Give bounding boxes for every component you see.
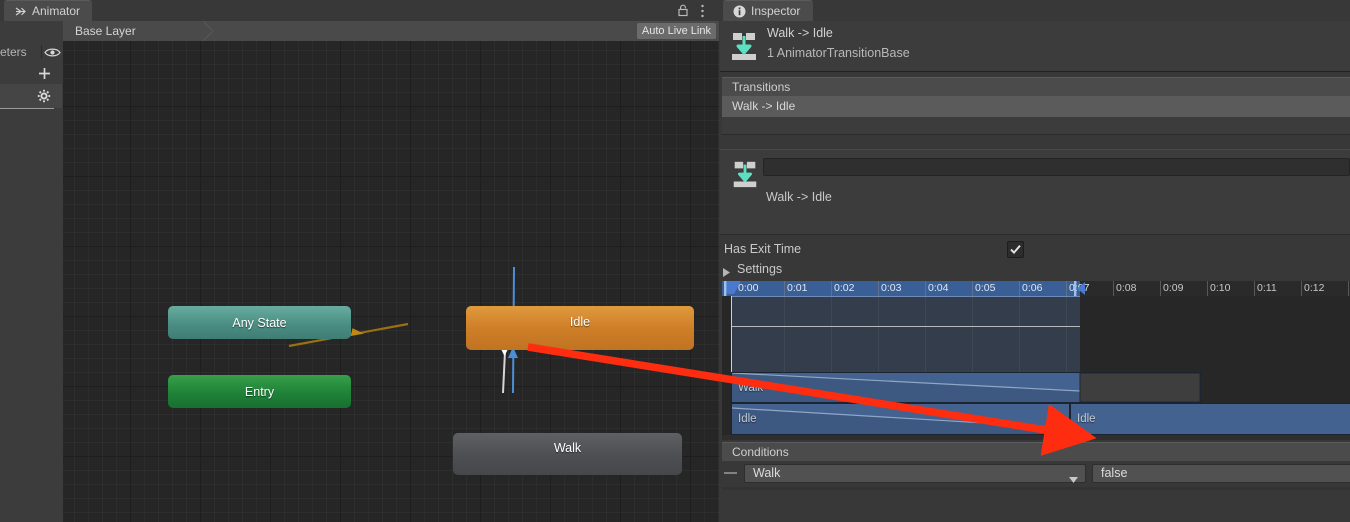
breadcrumb[interactable]: Base Layer: [69, 21, 136, 41]
transition-list-item[interactable]: Walk -> Idle: [722, 96, 1350, 117]
conditions-section-footer: [722, 487, 1350, 490]
graph-node-label: Any State: [232, 315, 287, 330]
chevron-right-icon: [723, 266, 731, 280]
info-icon: [733, 5, 746, 18]
inspector-body: Walk -> Idle 1 AnimatorTransitionBase Tr…: [720, 21, 1350, 522]
timeline-clip-label: Idle: [1077, 413, 1096, 425]
graph-node-entry[interactable]: Entry: [168, 375, 351, 408]
graph-node-idle[interactable]: Idle: [466, 306, 694, 350]
graph-node-any-state[interactable]: Any State: [168, 306, 351, 339]
timeline-range-top-edge: [731, 296, 1080, 297]
inspector-header: Walk -> Idle 1 AnimatorTransitionBase: [720, 21, 1350, 72]
timeline-tick-label: 0:01: [787, 282, 808, 294]
transition-object-block: Walk -> Idle: [720, 149, 1350, 235]
tab-animator[interactable]: Animator: [4, 0, 92, 21]
breadcrumb-label: Base Layer: [75, 24, 136, 38]
condition-parameter-label: Walk: [753, 466, 781, 480]
has-exit-time-checkbox[interactable]: [1007, 241, 1024, 258]
timeline-body[interactable]: Walk Idle Idle: [722, 296, 1350, 440]
transitions-section-header: Transitions: [722, 77, 1350, 96]
timeline-tick-label: 0:12: [1304, 282, 1325, 294]
timeline-tick-label: 0:02: [834, 282, 855, 294]
graph-node-walk[interactable]: Walk: [453, 433, 682, 475]
condition-value-dropdown[interactable]: false: [1092, 464, 1350, 483]
chevron-down-icon: [1069, 471, 1078, 488]
animator-icon: [14, 5, 27, 18]
graph-node-label: Walk: [553, 441, 582, 455]
layer-breadcrumb-bar: Base Layer Auto Live Link: [63, 20, 719, 42]
settings-label: Settings: [737, 262, 783, 276]
gear-icon[interactable]: [34, 84, 54, 108]
timeline-tick-label: 0:10: [1210, 282, 1231, 294]
breadcrumb-chevron-icon: [202, 20, 217, 42]
transition-name-label: Walk -> Idle: [766, 190, 832, 204]
timeline-clip-idle-left[interactable]: Idle: [731, 403, 1070, 435]
condition-value-label: false: [1101, 466, 1128, 480]
animator-graph-canvas[interactable]: Any State Entry Idle Walk: [63, 41, 719, 522]
graph-node-label: Idle: [569, 315, 591, 329]
timeline-clip-label: Walk: [738, 381, 764, 394]
transitions-section-footer: [722, 117, 1350, 135]
timeline-clip-idle-right[interactable]: Idle: [1070, 403, 1350, 435]
inspector-subtitle: 1 AnimatorTransitionBase: [767, 46, 910, 60]
tab-animator-label: Animator: [32, 4, 81, 18]
graph-node-label: Entry: [244, 384, 275, 399]
timeline-footer: [722, 435, 1350, 440]
tab-inspector-label: Inspector: [751, 4, 801, 18]
transition-timeline[interactable]: 0:00 0:01 0:02 0:03 0:04 0:05 0:06 0:07 …: [722, 281, 1350, 440]
parameters-list: [0, 109, 62, 522]
timeline-tick-label: 0:05: [975, 282, 996, 294]
timeline-tick-label: 0:06: [1022, 282, 1043, 294]
lock-icon[interactable]: [676, 3, 690, 21]
inspector-window: Inspector Walk -> Idle 1 AnimatorTransit…: [720, 0, 1350, 522]
parameters-tab-label[interactable]: eters: [0, 42, 40, 62]
has-exit-time-label: Has Exit Time: [724, 242, 802, 256]
parameters-panel: eters: [0, 21, 64, 522]
minus-icon[interactable]: [724, 472, 737, 474]
timeline-tick-label: 0:04: [928, 282, 949, 294]
animator-tabstrip: Animator: [0, 0, 719, 21]
parameters-toolbar: [0, 62, 62, 85]
timeline-tick-label: 0:08: [1116, 282, 1137, 294]
transition-name-input[interactable]: [763, 158, 1350, 176]
animator-transition-icon: [730, 159, 760, 189]
visibility-eye-icon[interactable]: [42, 43, 62, 61]
timeline-duration-line: [731, 326, 1080, 327]
animator-window: Animator eters Base Layer Auto Live Link…: [0, 0, 719, 522]
condition-row: Walk false: [722, 464, 1350, 484]
settings-foldout[interactable]: Settings: [720, 261, 1350, 278]
parameters-search-row: [0, 84, 62, 108]
kebab-menu-icon[interactable]: [700, 4, 705, 21]
timeline-clip-label: Idle: [738, 413, 757, 425]
timeline-clip-walk[interactable]: Walk: [731, 372, 1201, 403]
conditions-section-header: Conditions: [722, 442, 1350, 461]
condition-parameter-dropdown[interactable]: Walk: [744, 464, 1086, 483]
plus-icon[interactable]: [34, 62, 54, 84]
timeline-tick-label: 0:03: [881, 282, 902, 294]
inspector-title: Walk -> Idle: [767, 26, 833, 40]
tab-inspector[interactable]: Inspector: [723, 0, 813, 21]
timeline-tick-label: 0:09: [1163, 282, 1184, 294]
timeline-tick-label: 0:11: [1257, 282, 1277, 294]
inspector-tabstrip: Inspector: [720, 0, 1350, 21]
has-exit-time-row: Has Exit Time: [720, 240, 1350, 259]
auto-live-link-button[interactable]: Auto Live Link: [636, 23, 716, 39]
animator-transition-icon: [728, 30, 760, 62]
timeline-ruler[interactable]: 0:00 0:01 0:02 0:03 0:04 0:05 0:06 0:07 …: [722, 281, 1350, 296]
